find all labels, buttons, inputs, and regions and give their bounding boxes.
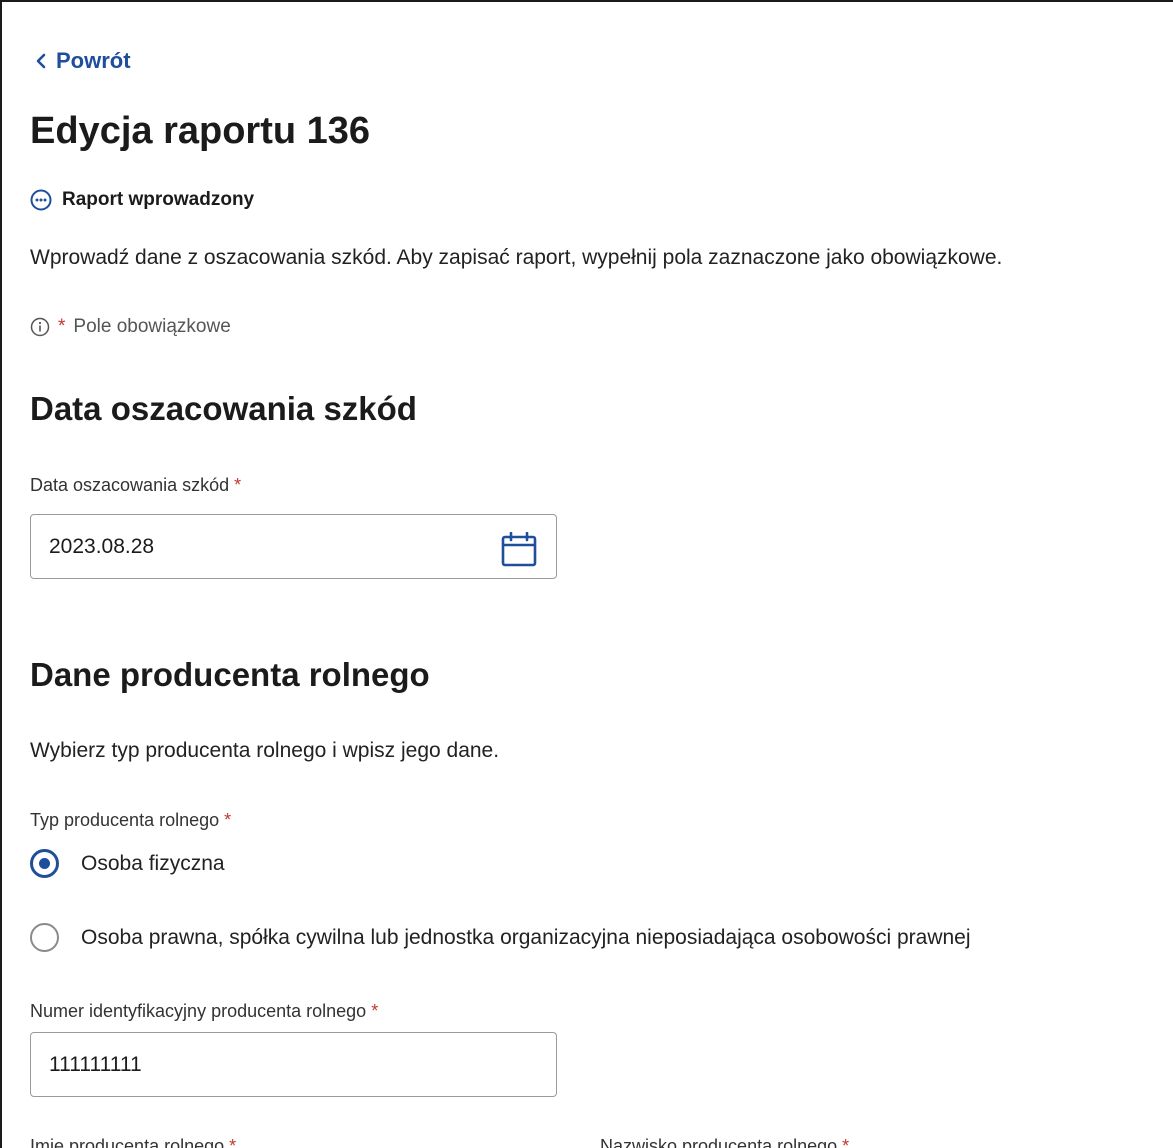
first-name-label-text: Imię producenta rolnego xyxy=(30,1136,225,1148)
required-star: * xyxy=(58,316,66,337)
more-circle-icon xyxy=(30,189,52,211)
radio-dot xyxy=(39,858,50,869)
page-frame: Powrót Edycja raportu 136 Raport wprowad… xyxy=(0,0,1173,1148)
calendar-icon xyxy=(501,532,537,567)
back-link-label: Powrót xyxy=(56,48,131,73)
calendar-button[interactable] xyxy=(499,530,539,570)
page-title: Edycja raportu 136 xyxy=(30,110,371,152)
producer-type-label-text: Typ producenta rolnego xyxy=(30,810,220,830)
info-icon xyxy=(30,317,50,337)
status-badge: Raport wprowadzony xyxy=(30,189,254,211)
required-star: * xyxy=(842,1136,850,1148)
back-link[interactable]: Powrót xyxy=(34,48,131,74)
producer-id-input[interactable] xyxy=(30,1032,557,1097)
damage-date-label: Data oszacowania szkód * xyxy=(30,475,241,496)
required-star: * xyxy=(234,475,242,495)
required-star: * xyxy=(371,1001,379,1021)
producer-type-label: Typ producenta rolnego * xyxy=(30,810,231,831)
damage-date-input[interactable] xyxy=(30,514,557,579)
radio-button[interactable] xyxy=(30,923,59,952)
last-name-label: Nazwisko producenta rolnego * xyxy=(600,1136,849,1148)
required-note: * Pole obowiązkowe xyxy=(30,316,231,338)
chevron-left-icon xyxy=(36,53,46,69)
radio-option-natural-person[interactable]: Osoba fizyczna xyxy=(30,849,225,878)
required-note-text: Pole obowiązkowe xyxy=(73,316,231,337)
last-name-label-text: Nazwisko producenta rolnego xyxy=(600,1136,838,1148)
producer-id-label-text: Numer identyfikacyjny producenta rolnego xyxy=(30,1001,367,1021)
radio-label: Osoba fizyczna xyxy=(81,851,225,875)
first-name-label: Imię producenta rolnego * xyxy=(30,1136,236,1148)
damage-date-label-text: Data oszacowania szkód xyxy=(30,475,230,495)
radio-option-legal-entity[interactable]: Osoba prawna, spółka cywilna lub jednost… xyxy=(30,923,971,952)
status-text: Raport wprowadzony xyxy=(62,189,255,210)
section-title-damage-date: Data oszacowania szkód xyxy=(30,390,417,427)
radio-label: Osoba prawna, spółka cywilna lub jednost… xyxy=(81,925,971,949)
producer-id-label: Numer identyfikacyjny producenta rolnego… xyxy=(30,1001,378,1022)
section-title-producer: Dane producenta rolnego xyxy=(30,656,430,693)
required-star: * xyxy=(224,810,232,830)
required-star: * xyxy=(229,1136,237,1148)
producer-description: Wybierz typ producenta rolnego i wpisz j… xyxy=(30,739,500,762)
radio-button-checked[interactable] xyxy=(30,849,59,878)
intro-text: Wprowadź dane z oszacowania szkód. Aby z… xyxy=(30,246,1003,269)
